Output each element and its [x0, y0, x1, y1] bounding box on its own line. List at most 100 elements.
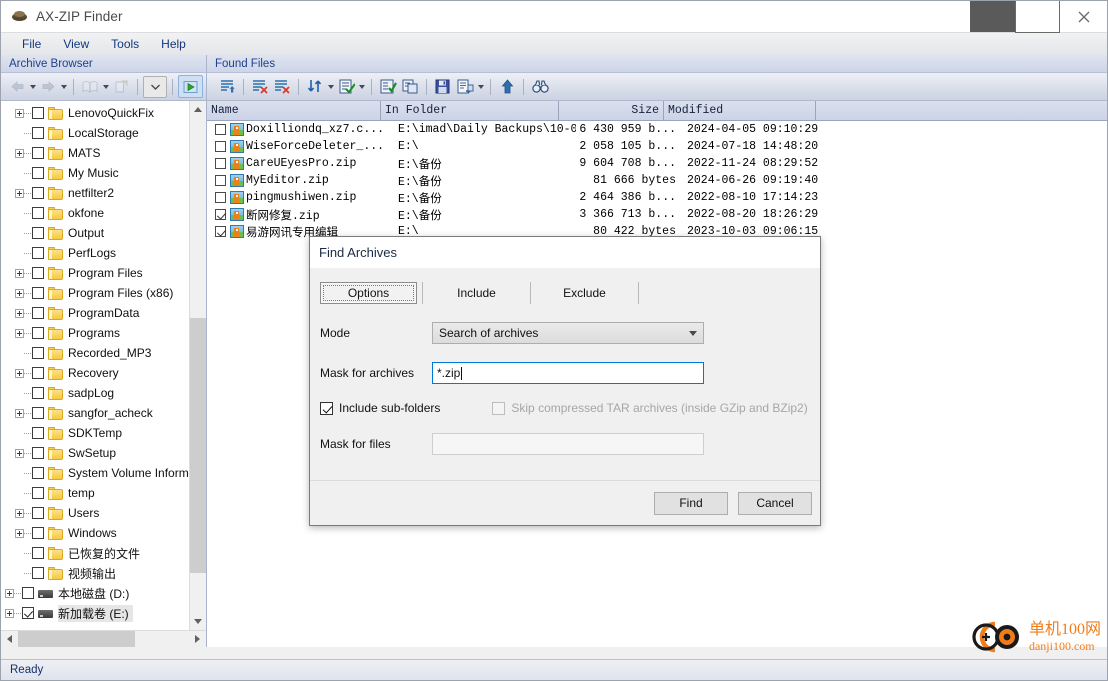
menu-item-file[interactable]: File	[11, 35, 52, 53]
tree-item-checkbox[interactable]	[32, 547, 44, 559]
close-button[interactable]	[1060, 1, 1107, 32]
tree-item[interactable]: sadpLog	[1, 383, 189, 403]
column-header-modified[interactable]: Modified	[664, 101, 816, 120]
tree-item-checkbox[interactable]	[32, 367, 44, 379]
table-row[interactable]: pingmushiwen.zip E:\备份 2 464 386 b... 2022-…	[207, 189, 1107, 206]
sort-icon[interactable]	[304, 76, 326, 98]
back-icon[interactable]	[6, 76, 28, 98]
column-header-name[interactable]: Name	[207, 101, 381, 120]
tree-item-checkbox[interactable]	[22, 587, 34, 599]
table-row[interactable]: MyEditor.zip E:\备份 81 666 bytes 2024-06-26 …	[207, 172, 1107, 189]
include-subfolders-label[interactable]: Include sub-folders	[339, 401, 440, 415]
include-subfolders-checkbox[interactable]	[320, 401, 333, 415]
folder-tree[interactable]: LenovoQuickFix LocalStorage MATS My Music ne…	[1, 101, 189, 630]
tree-item-checkbox[interactable]	[32, 127, 44, 139]
file-row-checkbox[interactable]	[215, 209, 226, 220]
tree-item-checkbox[interactable]	[32, 227, 44, 239]
file-row-checkbox[interactable]	[215, 175, 226, 186]
tree-item[interactable]: 已恢复的文件	[1, 543, 189, 563]
tree-item[interactable]: SDKTemp	[1, 423, 189, 443]
tree-item-checkbox[interactable]	[32, 427, 44, 439]
tree-item[interactable]: 视频输出	[1, 563, 189, 583]
tree-item-checkbox[interactable]	[32, 307, 44, 319]
mask-files-input[interactable]	[432, 433, 704, 455]
tree-item[interactable]: System Volume Information	[1, 463, 189, 483]
maximize-button[interactable]	[1015, 1, 1060, 33]
tree-item[interactable]: Output	[1, 223, 189, 243]
minimize-button[interactable]	[970, 1, 1015, 32]
tree-item-checkbox[interactable]	[32, 147, 44, 159]
forward-dropdown-icon[interactable]	[59, 76, 68, 98]
tree-item-checkbox[interactable]	[22, 607, 34, 619]
tree-item-checkbox[interactable]	[32, 247, 44, 259]
tree-item[interactable]: PerfLogs	[1, 243, 189, 263]
tree-item-checkbox[interactable]	[32, 487, 44, 499]
menu-item-tools[interactable]: Tools	[100, 35, 150, 53]
expand-plus-icon[interactable]	[15, 268, 24, 278]
tree-item-checkbox[interactable]	[32, 167, 44, 179]
tree-scroll-thumb[interactable]	[190, 318, 206, 573]
column-header-in-folder[interactable]: In Folder	[381, 101, 559, 120]
tree-item[interactable]: Users	[1, 503, 189, 523]
invert-selection-icon[interactable]	[399, 76, 421, 98]
tree-item[interactable]: 本地磁盘 (D:)	[1, 583, 189, 603]
select-all-icon[interactable]	[377, 76, 399, 98]
add-files-icon[interactable]	[216, 76, 238, 98]
expand-plus-icon[interactable]	[15, 368, 24, 378]
tree-item-checkbox[interactable]	[32, 267, 44, 279]
tree-item-checkbox[interactable]	[32, 407, 44, 419]
tree-item-checkbox[interactable]	[32, 387, 44, 399]
expand-plus-icon[interactable]	[15, 308, 24, 318]
tree-item-checkbox[interactable]	[32, 527, 44, 539]
check-list-dropdown-icon[interactable]	[357, 76, 366, 98]
table-row[interactable]: CareUEyesPro.zip E:\备份 9 604 708 b... 2022-…	[207, 155, 1107, 172]
tree-item[interactable]: Recovery	[1, 363, 189, 383]
menu-item-help[interactable]: Help	[150, 35, 197, 53]
export-dropdown-icon[interactable]	[476, 76, 485, 98]
tree-item[interactable]: Program Files	[1, 263, 189, 283]
back-dropdown-icon[interactable]	[28, 76, 37, 98]
tree-item-checkbox[interactable]	[32, 447, 44, 459]
check-list-icon[interactable]	[335, 76, 357, 98]
tab-include[interactable]: Include	[428, 282, 525, 304]
tree-item[interactable]: 新加载卷 (E:)	[1, 603, 189, 623]
tree-item[interactable]: okfone	[1, 203, 189, 223]
tree-item-checkbox[interactable]	[32, 287, 44, 299]
tree-item[interactable]: SwSetup	[1, 443, 189, 463]
expand-plus-icon[interactable]	[15, 508, 24, 518]
tree-item[interactable]: netfilter2	[1, 183, 189, 203]
tree-scroll-down-button[interactable]	[190, 613, 206, 630]
open-archive-dropdown-icon[interactable]	[101, 76, 110, 98]
tree-hscroll-track[interactable]	[18, 631, 189, 647]
expand-plus-icon[interactable]	[15, 108, 24, 118]
expand-plus-icon[interactable]	[15, 188, 24, 198]
cancel-button[interactable]: Cancel	[738, 491, 812, 515]
tree-item-checkbox[interactable]	[32, 347, 44, 359]
tree-item[interactable]: LenovoQuickFix	[1, 103, 189, 123]
file-row-checkbox[interactable]	[215, 226, 226, 237]
expand-plus-icon[interactable]	[15, 448, 24, 458]
forward-icon[interactable]	[37, 76, 59, 98]
find-button[interactable]: Find	[654, 491, 728, 515]
tree-item[interactable]: My Music	[1, 163, 189, 183]
file-row-checkbox[interactable]	[215, 141, 226, 152]
tree-item[interactable]: Recorded_MP3	[1, 343, 189, 363]
find-binoculars-icon[interactable]	[529, 76, 551, 98]
tree-vertical-scrollbar[interactable]	[189, 101, 206, 630]
tree-item-checkbox[interactable]	[32, 467, 44, 479]
remove-all-icon[interactable]	[271, 76, 293, 98]
export-icon[interactable]	[454, 76, 476, 98]
tree-item[interactable]: sangfor_acheck	[1, 403, 189, 423]
table-row[interactable]: WiseForceDeleter_... E:\ 2 058 105 b... 202…	[207, 138, 1107, 155]
mode-select[interactable]: Search of archives	[432, 322, 704, 344]
files-list[interactable]: Doxilliondq_xz7.c... E:\imad\Daily Backup…	[207, 121, 1107, 240]
tab-options[interactable]: Options	[320, 282, 417, 304]
tree-item-checkbox[interactable]	[32, 187, 44, 199]
chevron-down-icon[interactable]	[143, 75, 167, 98]
table-row[interactable]: 断网修复.zip E:\备份 3 366 713 b... 2022-08-20 18…	[207, 206, 1107, 223]
tree-item[interactable]: Programs	[1, 323, 189, 343]
save-icon[interactable]	[432, 76, 454, 98]
new-archive-icon[interactable]	[110, 76, 132, 98]
file-row-checkbox[interactable]	[215, 192, 226, 203]
tree-item[interactable]: Windows	[1, 523, 189, 543]
